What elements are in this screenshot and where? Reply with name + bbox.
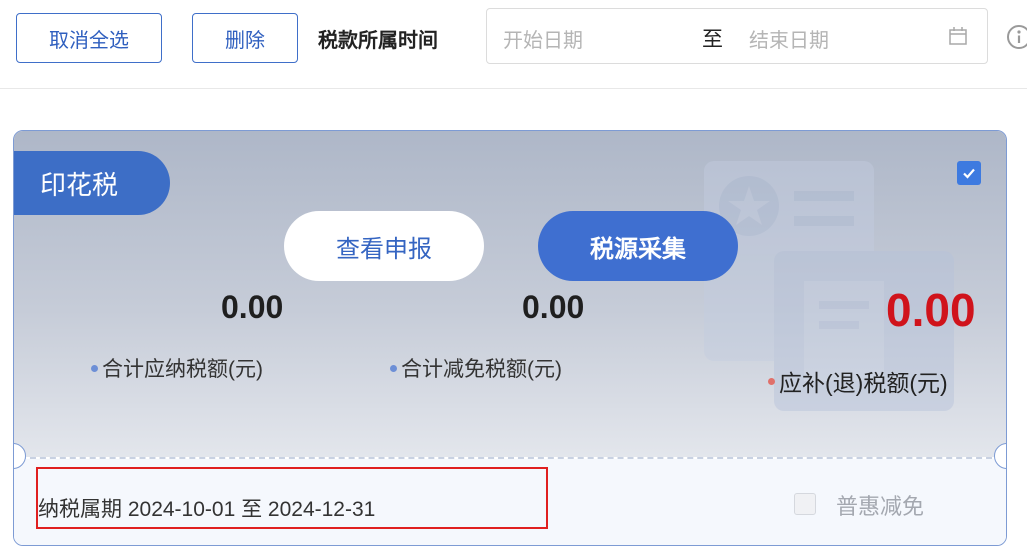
deselect-all-button[interactable]: 取消全选: [16, 13, 162, 63]
calendar-icon[interactable]: [947, 25, 969, 47]
date-range-picker[interactable]: 开始日期 至 结束日期: [486, 8, 988, 64]
end-date-input[interactable]: 结束日期: [749, 24, 829, 53]
inclusive-relief-checkbox[interactable]: [794, 493, 816, 515]
tax-period-label: 税款所属时间: [318, 30, 438, 52]
inclusive-relief-label: 普惠减免: [836, 494, 925, 519]
blue-dot: [390, 364, 397, 372]
tax-period-text: 纳税属期 2024-10-01 至 2024-12-31: [38, 498, 376, 521]
refund-label-text: 应补(退)税额(元): [779, 370, 948, 396]
refund-value: 0.00: [886, 284, 976, 336]
total-reduction-label-text: 合计减免税额(元): [401, 358, 562, 381]
total-reduction-value: 0.00: [522, 289, 585, 325]
red-dot: [768, 377, 775, 385]
total-payable-label-text: 合计应纳税额(元): [102, 358, 263, 381]
check-icon: [963, 168, 975, 179]
view-declaration-button[interactable]: 查看申报: [284, 211, 484, 281]
card-select-checkbox[interactable]: [957, 161, 981, 185]
total-payable-value: 0.00: [221, 289, 284, 325]
dashed-divider: [20, 457, 1002, 459]
start-date-input[interactable]: 开始日期: [503, 24, 583, 53]
date-separator: 至: [702, 28, 723, 51]
refund-label: 应补(退)税额(元): [768, 364, 948, 398]
toolbar: 取消全选 删除 税款所属时间 开始日期 至 结束日期: [0, 0, 1027, 89]
tax-type-badge: 印花税: [14, 151, 170, 215]
total-reduction-label: 合计减免税额(元): [390, 353, 562, 383]
delete-button[interactable]: 删除: [192, 13, 298, 63]
total-payable-label: 合计应纳税额(元): [91, 353, 263, 383]
info-icon[interactable]: [1006, 24, 1027, 50]
tax-card: 印花税 查看申报 税源采集 0.00 合计应纳税额(元) 0.00 合计减免税额…: [13, 130, 1007, 546]
tax-source-collect-button[interactable]: 税源采集: [538, 211, 738, 281]
blue-dot: [91, 364, 98, 372]
